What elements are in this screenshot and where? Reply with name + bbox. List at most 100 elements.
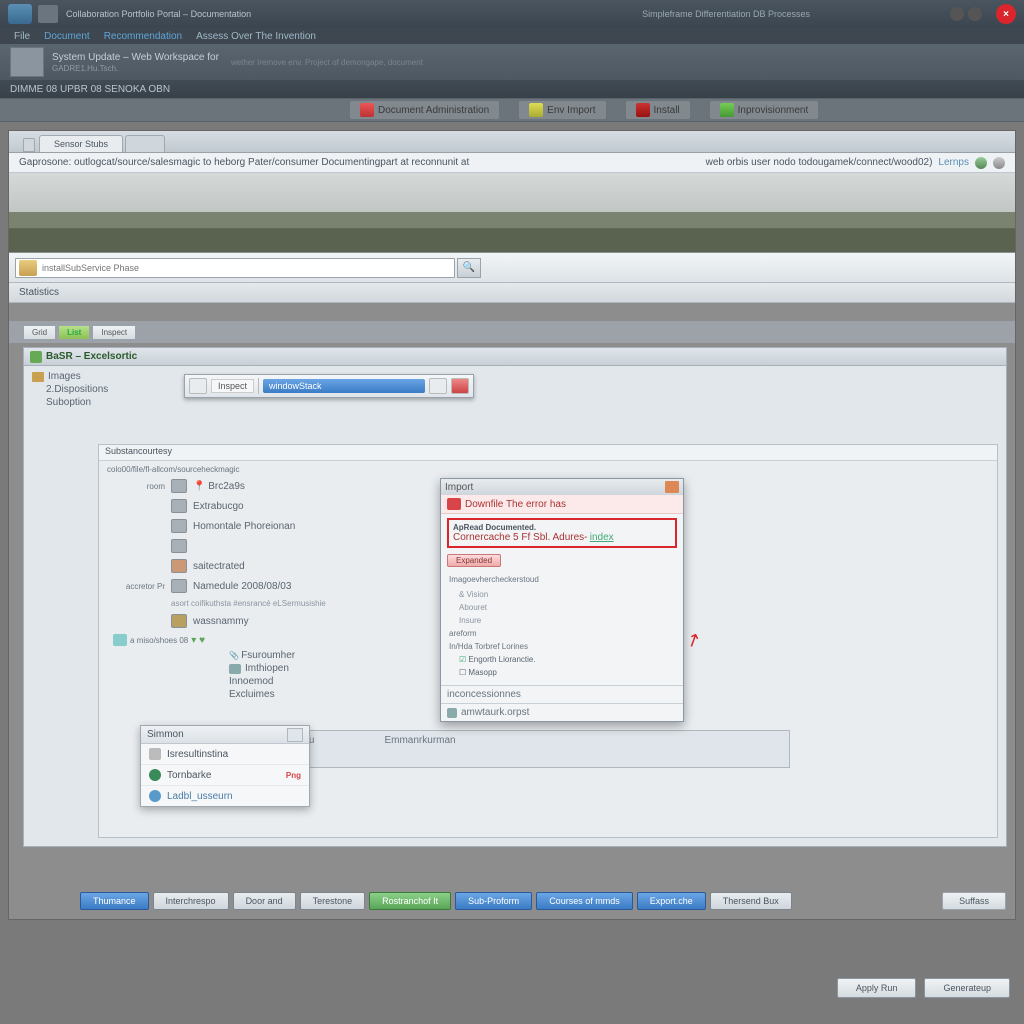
tool-label[interactable]: Inspect <box>211 379 254 393</box>
quicknav-label: Install <box>654 105 680 116</box>
dropdown-item[interactable]: TornbarkePng <box>141 765 309 786</box>
close-button[interactable]: × <box>996 4 1016 24</box>
secondary-bar-text: DIMME 08 UPBR 08 SENOKA OBN <box>10 84 170 95</box>
quick-nav: Document Administration Env Import Insta… <box>0 98 1024 122</box>
quicknav-inprovision[interactable]: Inprovisionment <box>710 101 819 119</box>
apply-button[interactable]: Apply Run <box>837 978 917 998</box>
dropdown-toggle-icon[interactable] <box>287 728 303 742</box>
image-strip <box>9 173 1015 253</box>
footer-icon <box>447 708 457 718</box>
item-icon <box>171 479 187 493</box>
menu-assess[interactable]: Assess Over The Invention <box>196 31 316 42</box>
item-icon <box>171 579 187 593</box>
clip-icon <box>229 664 241 674</box>
header-subtitle: GADRE1.Hu.Tsch. <box>52 64 219 73</box>
list-item[interactable]: & Vision <box>449 588 675 601</box>
tool-save-icon[interactable] <box>429 378 447 394</box>
list-header: Imagoevhercheckerstoud <box>449 575 675 584</box>
person-icon <box>171 559 187 573</box>
landscape-graphic <box>9 212 1015 252</box>
quicknav-label: Env Import <box>547 105 595 116</box>
view-inspect[interactable]: Inspect <box>92 325 136 340</box>
tree-label: Images <box>48 371 81 382</box>
tool-select[interactable]: windowStack <box>263 379 425 393</box>
tab-sensor-stubs[interactable]: Sensor Stubs <box>39 135 123 152</box>
env-import-icon <box>529 103 543 117</box>
btab-subproform[interactable]: Sub-Proform <box>455 892 532 910</box>
header-note: wether Iremove env. Project of demongape… <box>231 58 423 67</box>
dialog-close-icon[interactable] <box>665 481 679 493</box>
view-toggle: Grid List Inspect <box>9 321 1015 343</box>
btab-intercresp[interactable]: Interchrespo <box>153 892 229 910</box>
item-label: Ladbl_usseurn <box>167 791 233 802</box>
list-item[interactable]: Abouret <box>449 601 675 614</box>
search-button[interactable]: 🔍 <box>457 258 481 278</box>
header-band: System Update – Web Workspace for GADRE1… <box>0 44 1024 80</box>
btab-thersend[interactable]: Thersend Bux <box>710 892 792 910</box>
window-subtitle: Simpleframe Differentiation DB Processes <box>642 9 810 19</box>
minimize-button[interactable] <box>950 7 964 21</box>
menu-bar: File Document Recommendation Assess Over… <box>0 28 1024 44</box>
dialog-buttons: Apply Run Generateup <box>837 978 1010 998</box>
expand-button[interactable]: Expanded <box>447 554 501 567</box>
quicknav-install[interactable]: Install <box>626 101 690 119</box>
quicknav-env-import[interactable]: Env Import <box>519 101 605 119</box>
description-bar: Gaprosone: outlogcat/source/salesmagic t… <box>9 153 1015 173</box>
cancel-button[interactable]: Generateup <box>924 978 1010 998</box>
tree-node[interactable]: Suboption <box>32 396 998 409</box>
menu-document[interactable]: Document <box>44 31 90 42</box>
error-line2: Cornercache 5 Ff Sbl. Adures- index <box>453 532 671 543</box>
btab-thumance[interactable]: Thumance <box>80 892 149 910</box>
refresh-icon[interactable] <box>993 157 1005 169</box>
inprovision-icon <box>720 103 734 117</box>
list-group: areform <box>449 627 675 640</box>
quicknav-doc-admin[interactable]: Document Administration <box>350 101 499 119</box>
cat-label: Emmanrkurman <box>384 735 455 746</box>
view-list[interactable]: List <box>58 325 90 340</box>
network-icon <box>149 769 161 781</box>
favorite-icon[interactable]: ▾ ♥ <box>191 635 205 646</box>
search-field[interactable] <box>15 258 455 278</box>
dropdown-item[interactable]: Isresultinstina <box>141 744 309 765</box>
menu-file[interactable]: File <box>14 31 30 42</box>
maximize-button[interactable] <box>968 7 982 21</box>
dropdown-item[interactable]: Ladbl_usseurn <box>141 786 309 806</box>
header-thumb-icon <box>10 47 44 77</box>
doc-admin-icon <box>360 103 374 117</box>
list-item[interactable]: Insure <box>449 614 675 627</box>
floating-toolbar: Inspect windowStack <box>184 374 474 398</box>
tab-handle[interactable] <box>23 138 35 152</box>
install-icon <box>636 103 650 117</box>
check-item[interactable]: Engorth Lioranctie. <box>449 653 675 666</box>
tree-node[interactable]: Images <box>32 370 998 383</box>
item-count: Png <box>286 771 301 780</box>
desc-link[interactable]: Lernps <box>938 157 969 168</box>
btab-courses[interactable]: Courses of mmds <box>536 892 633 910</box>
tree-view: Images 2.Dispositions Suboption <box>24 366 1006 413</box>
app-logo-icon <box>8 4 32 24</box>
tool-back-icon[interactable] <box>189 378 207 394</box>
item-label: Isresultinstina <box>167 749 228 760</box>
check-item[interactable]: Masopp <box>449 666 675 679</box>
btab-terestone[interactable]: Terestone <box>300 892 366 910</box>
btab-rostranch[interactable]: Rostranchof It <box>369 892 451 910</box>
tool-delete-icon[interactable] <box>451 378 469 394</box>
btab-doorand[interactable]: Door and <box>233 892 296 910</box>
explorer-header: BaSR – Excelsortic <box>24 348 1006 366</box>
status-row: Statistics <box>9 283 1015 303</box>
link-icon <box>149 790 161 802</box>
tree-node[interactable]: 2.Dispositions <box>32 383 998 396</box>
summary-button[interactable]: Suffass <box>942 892 1006 910</box>
tabs-row: Sensor Stubs <box>9 131 1015 153</box>
view-grid[interactable]: Grid <box>23 325 56 340</box>
globe-icon[interactable] <box>975 157 987 169</box>
footer-label: amwtaurk.orpst <box>461 707 529 718</box>
btab-export[interactable]: Export.che <box>637 892 706 910</box>
item-icon <box>171 519 187 533</box>
menu-recommendation[interactable]: Recommendation <box>104 31 182 42</box>
tab-inactive[interactable] <box>125 135 165 152</box>
quicknav-label: Document Administration <box>378 105 489 116</box>
search-input[interactable] <box>40 263 454 273</box>
row-label: accretor Pr <box>107 582 165 591</box>
folder-icon <box>32 372 44 382</box>
